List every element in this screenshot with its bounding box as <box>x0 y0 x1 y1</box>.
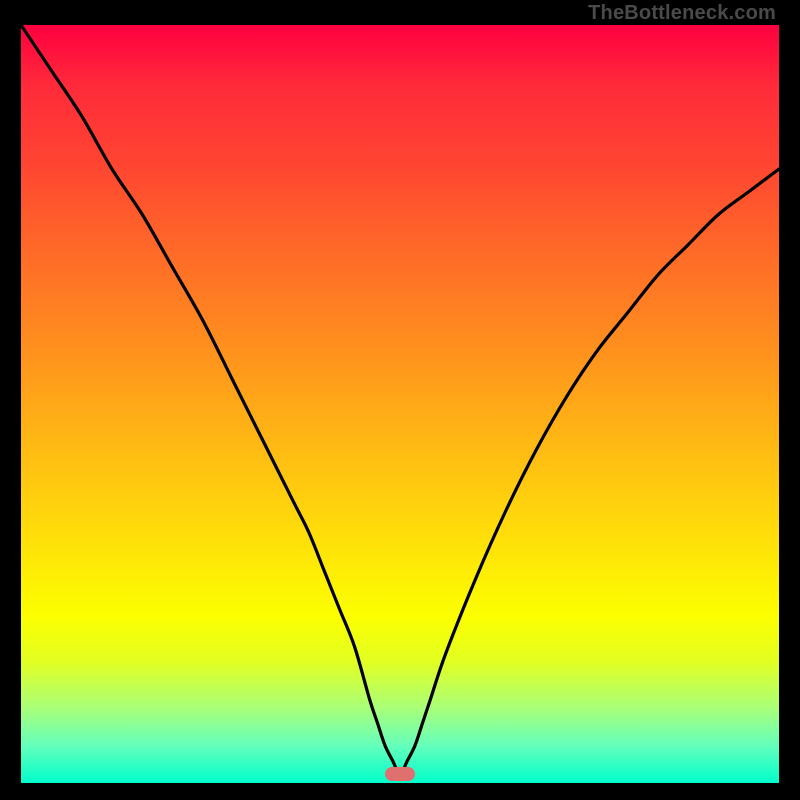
plot-area <box>21 25 779 783</box>
minimum-marker <box>385 767 415 781</box>
bottleneck-curve <box>21 25 779 783</box>
chart-frame: TheBottleneck.com <box>0 0 800 800</box>
watermark-text: TheBottleneck.com <box>588 2 776 25</box>
